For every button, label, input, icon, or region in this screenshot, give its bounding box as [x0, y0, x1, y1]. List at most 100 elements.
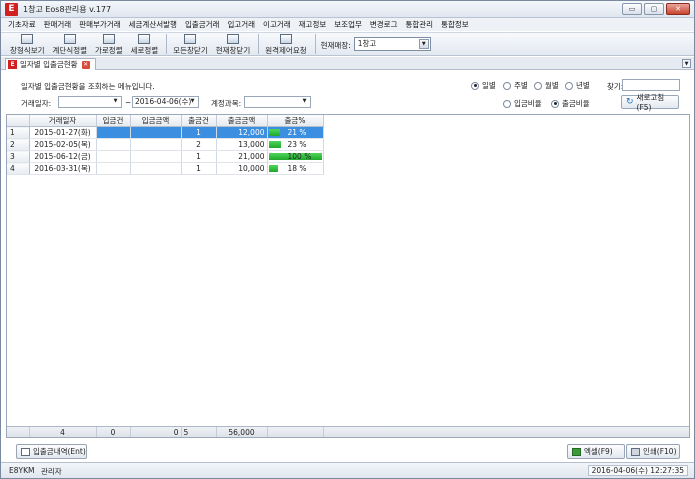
- cell-date[interactable]: 2016-03-31(목): [29, 162, 97, 175]
- total-out-count: 5: [181, 427, 217, 437]
- table-row[interactable]: 4 2016-03-31(목) 1 10,000 18 %: [7, 162, 324, 175]
- toolbar-divider: [314, 34, 316, 54]
- cell-out-count[interactable]: 1: [181, 162, 217, 175]
- menu-item-inventory[interactable]: 재고정보: [299, 19, 327, 30]
- account-select[interactable]: ▼: [244, 96, 311, 108]
- menu-item-cash-flow[interactable]: 입출금거래: [185, 19, 220, 30]
- cell-in-amount[interactable]: [130, 162, 182, 175]
- menu-item-tax-invoice[interactable]: 세금계산서발행: [129, 19, 177, 30]
- tile-vertical-button[interactable]: 세로정렬: [128, 33, 162, 57]
- tab-close-icon[interactable]: ✕: [81, 60, 90, 69]
- menu-item-sales[interactable]: 판매거래: [44, 19, 72, 30]
- close-all-button[interactable]: 모든창닫기: [170, 33, 211, 57]
- document-icon: [21, 447, 30, 456]
- chevron-down-icon[interactable]: ▼: [188, 97, 197, 106]
- tile-vertical-icon: [138, 34, 151, 44]
- transaction-detail-button[interactable]: 입출금내역(Ent): [16, 444, 87, 459]
- cell-out-count[interactable]: 1: [181, 150, 217, 163]
- date-to-field[interactable]: 2016-04-06(수) ▼: [132, 96, 199, 108]
- radio-monthly[interactable]: 월별: [534, 80, 559, 91]
- window-icon: [21, 34, 34, 44]
- cell-out-amount[interactable]: 13,000: [216, 138, 268, 151]
- cell-in-count[interactable]: [96, 126, 131, 139]
- tab-label: 일자별 입출금현황: [20, 60, 78, 69]
- column-header-in-count[interactable]: 입금건: [96, 115, 131, 127]
- excel-button[interactable]: 엑셀(F9): [567, 444, 625, 459]
- radio-yearly[interactable]: 년별: [565, 80, 590, 91]
- radio-deposit-ratio[interactable]: 입금비율: [503, 98, 542, 109]
- tab-list-dropdown-icon[interactable]: ▼: [682, 59, 691, 68]
- close-button[interactable]: ✕: [666, 3, 690, 15]
- toolbar-divider: [166, 34, 168, 54]
- cell-out-amount[interactable]: 10,000: [216, 162, 268, 175]
- date-from-field[interactable]: ▼: [58, 96, 122, 108]
- column-header-date[interactable]: 거래일자: [29, 115, 97, 127]
- cell-date[interactable]: 2015-06-12(금): [29, 150, 97, 163]
- table-row[interactable]: 2 2015-02-05(목) 2 13,000 23 %: [7, 138, 324, 151]
- cascade-button[interactable]: 계단식정렬: [50, 33, 91, 57]
- cell-out-amount[interactable]: 12,000: [216, 126, 268, 139]
- store-select[interactable]: 1창고 ▼: [353, 37, 431, 51]
- window-view-button[interactable]: 창형식보기: [7, 33, 48, 57]
- table-row[interactable]: 3 2015-06-12(금) 1 21,000 100 %: [7, 150, 324, 163]
- page-description: 일자별 입출금현황을 조회하는 메뉴입니다.: [21, 82, 155, 91]
- cell-out-count[interactable]: 2: [181, 138, 217, 151]
- toolbar-divider: [258, 34, 260, 54]
- row-number: 2: [7, 138, 30, 151]
- cell-out-percent[interactable]: 18 %: [267, 162, 324, 175]
- cell-in-amount[interactable]: [130, 138, 182, 151]
- cell-out-count[interactable]: 1: [181, 126, 217, 139]
- date-separator: ~: [125, 98, 132, 107]
- find-input[interactable]: [622, 79, 680, 91]
- account-label: 계정과목:: [211, 99, 242, 108]
- chevron-down-icon[interactable]: ▼: [418, 39, 429, 49]
- cell-in-count[interactable]: [96, 138, 131, 151]
- menu-item-basic-data[interactable]: 기초자료: [8, 19, 36, 30]
- remote-control-button[interactable]: 원격제어요청: [262, 33, 309, 57]
- table-row[interactable]: 1 2015-01-27(화) 1 12,000 21 %: [7, 126, 324, 139]
- cell-in-amount[interactable]: [130, 126, 182, 139]
- row-number: 1: [7, 126, 30, 139]
- cell-out-percent[interactable]: 100 %: [267, 150, 324, 163]
- cell-in-count[interactable]: [96, 162, 131, 175]
- column-header-out-percent[interactable]: 출금%: [267, 115, 324, 127]
- maximize-button[interactable]: ▢: [644, 3, 664, 15]
- menu-item-receiving[interactable]: 입고거래: [227, 19, 255, 30]
- radio-daily[interactable]: 일별: [471, 80, 496, 91]
- cell-out-percent[interactable]: 23 %: [267, 138, 324, 151]
- cell-in-count[interactable]: [96, 150, 131, 163]
- menu-item-integrated-mgmt[interactable]: 통합관리: [405, 19, 433, 30]
- radio-withdrawal-ratio[interactable]: 출금비율: [551, 98, 590, 109]
- tab-logo-icon: E: [8, 60, 17, 69]
- total-in-amount: 0: [130, 427, 182, 437]
- tile-horizontal-button[interactable]: 가로정렬: [92, 33, 126, 57]
- cell-date[interactable]: 2015-01-27(화): [29, 126, 97, 139]
- cell-in-amount[interactable]: [130, 150, 182, 163]
- minimize-button[interactable]: ▭: [622, 3, 642, 15]
- chevron-down-icon[interactable]: ▼: [300, 97, 309, 106]
- close-current-button[interactable]: 현재창닫기: [213, 33, 254, 57]
- cell-out-percent[interactable]: 21 %: [267, 126, 324, 139]
- print-button[interactable]: 인쇄(F10): [626, 444, 680, 459]
- remote-control-icon: [279, 34, 292, 44]
- menu-item-transfer[interactable]: 이고거래: [263, 19, 291, 30]
- column-header-out-amount[interactable]: 출금금액: [216, 115, 268, 127]
- data-grid[interactable]: 거래일자 입금건 입금금액 출금건 출금금액 출금% 1 2015-01-27(…: [6, 114, 690, 438]
- menu-item-aux-work[interactable]: 보조업무: [334, 19, 362, 30]
- chevron-down-icon[interactable]: ▼: [111, 97, 120, 106]
- menu-item-sales-extra[interactable]: 판매부가거래: [79, 19, 120, 30]
- status-user: 관리자: [41, 467, 62, 476]
- tab-daily-cash-flow[interactable]: E 일자별 입출금현황 ✕: [5, 58, 96, 70]
- radio-weekly[interactable]: 주별: [503, 80, 528, 91]
- menu-item-integrated-info[interactable]: 통합정보: [441, 19, 469, 30]
- column-header-out-count[interactable]: 출금건: [181, 115, 217, 127]
- cell-date[interactable]: 2015-02-05(목): [29, 138, 97, 151]
- app-logo-icon: E: [5, 3, 18, 16]
- cell-out-amount[interactable]: 21,000: [216, 150, 268, 163]
- row-number: 3: [7, 150, 30, 163]
- menu-item-change-log[interactable]: 변경로그: [370, 19, 398, 30]
- refresh-button[interactable]: ↻ 새로고침(F5): [621, 93, 679, 112]
- column-header-in-amount[interactable]: 입금금액: [130, 115, 182, 127]
- total-in-count: 0: [96, 427, 131, 437]
- totals-spacer: [7, 427, 30, 437]
